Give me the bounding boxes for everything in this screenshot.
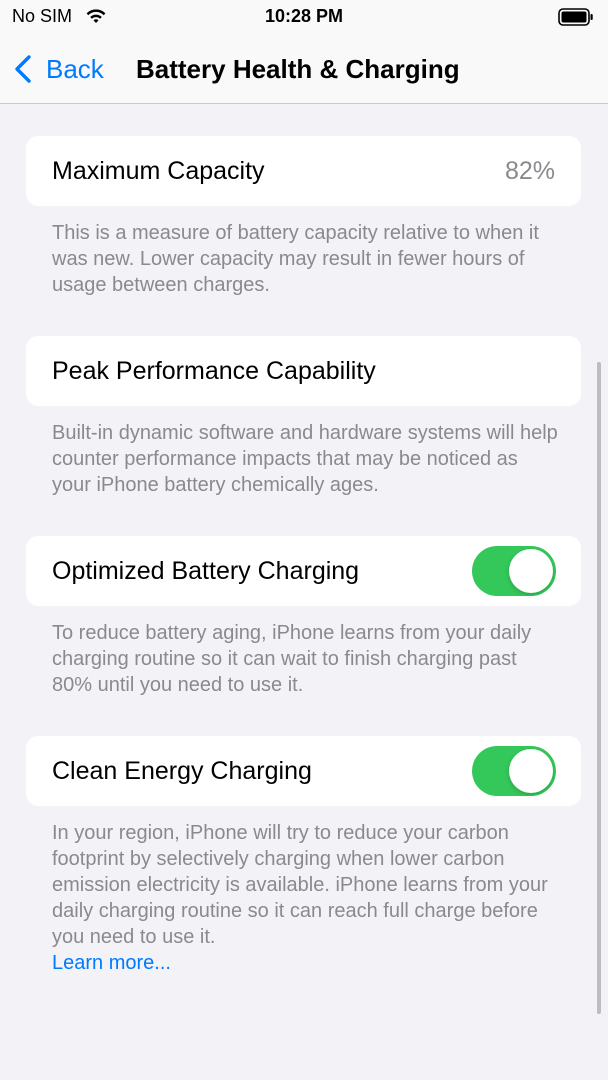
optimized-charging-toggle[interactable] <box>472 546 556 596</box>
chevron-left-icon <box>15 55 31 83</box>
clean-energy-description: In your region, iPhone will try to reduc… <box>52 822 548 948</box>
battery-icon <box>558 8 594 26</box>
clean-energy-toggle[interactable] <box>472 746 556 796</box>
toggle-knob <box>509 749 553 793</box>
max-capacity-description: This is a measure of battery capacity re… <box>52 222 539 296</box>
peak-performance-row: Peak Performance Capability <box>26 336 581 406</box>
back-label: Back <box>46 53 104 84</box>
peak-performance-description: Built-in dynamic software and hardware s… <box>52 422 558 496</box>
page-title: Battery Health & Charging <box>136 54 460 84</box>
max-capacity-label: Maximum Capacity <box>52 157 265 185</box>
optimized-charging-label: Optimized Battery Charging <box>52 557 360 585</box>
toggle-knob <box>509 549 553 593</box>
max-capacity-row: Maximum Capacity 82% <box>26 136 581 206</box>
clean-energy-label: Clean Energy Charging <box>52 757 312 785</box>
clean-energy-row: Clean Energy Charging <box>26 736 581 806</box>
max-capacity-value: 82% <box>504 157 555 185</box>
clean-energy-footer: In your region, iPhone will try to reduc… <box>52 820 562 976</box>
optimized-charging-description: To reduce battery aging, iPhone learns f… <box>52 622 532 696</box>
clock: 10:28 PM <box>264 6 344 26</box>
scroll-indicator[interactable] <box>597 362 601 1014</box>
navigation-bar: Back Battery Health & Charging <box>0 34 608 104</box>
status-bar: No SIM 10:28 PM <box>0 0 608 34</box>
peak-performance-label: Peak Performance Capability <box>52 357 376 385</box>
optimized-charging-row: Optimized Battery Charging <box>26 536 581 606</box>
back-button[interactable]: Back <box>12 52 104 86</box>
learn-more-link[interactable]: Learn more... <box>52 950 562 976</box>
